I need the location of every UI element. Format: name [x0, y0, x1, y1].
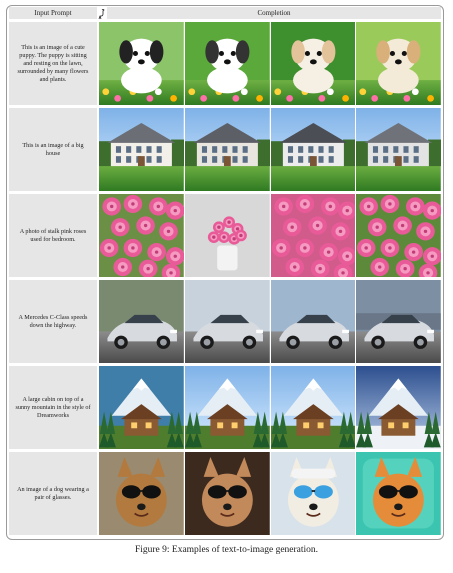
generated-image	[184, 22, 270, 105]
completion-images	[99, 22, 441, 105]
completion-header: Completion	[107, 7, 441, 19]
generated-image	[356, 194, 441, 277]
input-prompt-cell: A large cabin on top of a sunny mountain…	[9, 366, 97, 449]
table-row: This is an image of a cute puppy. The pu…	[9, 22, 441, 105]
generated-image	[270, 280, 356, 363]
figure-caption: Figure 9: Examples of text-to-image gene…	[134, 545, 319, 555]
generated-image	[184, 108, 270, 191]
generated-image	[184, 452, 270, 535]
generated-image	[356, 280, 441, 363]
generated-image	[99, 108, 184, 191]
generated-image	[356, 108, 441, 191]
input-prompt-cell: An image of a dog wearing a pair of glas…	[9, 452, 97, 535]
generated-image	[99, 366, 184, 449]
generated-image	[356, 366, 441, 449]
input-prompt-header: Input Prompt	[9, 7, 97, 19]
completion-images	[99, 194, 441, 277]
generated-image	[99, 280, 184, 363]
generated-image	[99, 194, 184, 277]
table-row: A photo of stalk pink roses used for bed…	[9, 194, 441, 277]
table-row: A large cabin on top of a sunny mountain…	[9, 366, 441, 449]
table-row: A Mercedes C-Class speeds down the highw…	[9, 280, 441, 363]
generated-image	[184, 194, 270, 277]
table-header: Input Prompt Completion	[7, 6, 443, 20]
completion-images	[99, 280, 441, 363]
generated-image	[99, 22, 184, 105]
input-prompt-cell: This is an image of a cute puppy. The pu…	[9, 22, 97, 105]
figure-frame: Input Prompt Completion This is an image…	[6, 5, 444, 540]
generated-image	[270, 22, 356, 105]
generated-image	[270, 108, 356, 191]
generated-image	[270, 366, 356, 449]
input-prompt-cell: A Mercedes C-Class speeds down the highw…	[9, 280, 97, 363]
ostrich-icon	[97, 7, 106, 20]
generated-image	[184, 280, 270, 363]
generated-image	[184, 366, 270, 449]
generated-image	[270, 452, 356, 535]
generated-image	[270, 194, 356, 277]
completion-images	[99, 108, 441, 191]
generated-image	[356, 22, 441, 105]
input-prompt-cell: This is an image of a big house	[9, 108, 97, 191]
generated-image	[99, 452, 184, 535]
completion-images	[99, 366, 441, 449]
generated-image	[356, 452, 441, 535]
table-row: An image of a dog wearing a pair of glas…	[9, 452, 441, 535]
input-prompt-cell: A photo of stalk pink roses used for bed…	[9, 194, 97, 277]
table-row: This is an image of a big house	[9, 108, 441, 191]
completion-images	[99, 452, 441, 535]
